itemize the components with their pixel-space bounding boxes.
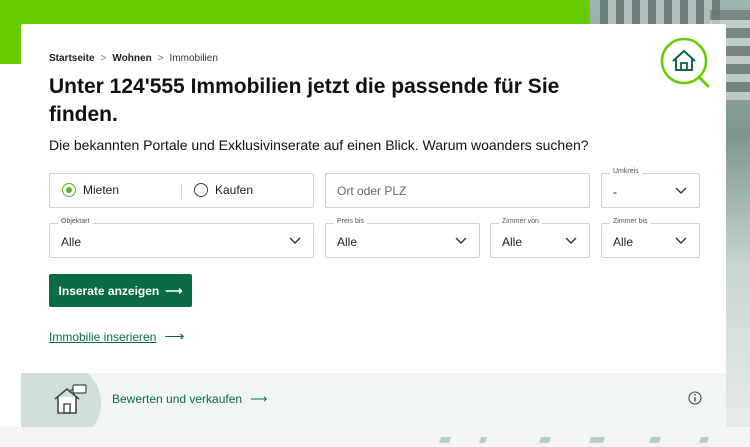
insert-property-label: Immobilie inserieren bbox=[49, 329, 157, 344]
page-title: Unter 124'555 Immobilien jetzt die passe… bbox=[49, 75, 560, 126]
background-decor bbox=[0, 427, 750, 447]
sell-banner: Bewerten und verkaufen ⟶ bbox=[21, 373, 726, 427]
zimmer-bis-label: Zimmer bis bbox=[610, 218, 651, 225]
arrow-right-icon: ⟶ bbox=[165, 283, 183, 298]
mode-toggle: Mieten Kaufen bbox=[49, 173, 314, 208]
umkreis-label: Umkreis bbox=[610, 168, 642, 175]
rate-and-sell-label: Bewerten und verkaufen bbox=[112, 392, 243, 406]
confetti-decor bbox=[438, 437, 452, 443]
breadcrumb-item-immobilien: Immobilien bbox=[169, 53, 218, 64]
location-input[interactable] bbox=[337, 181, 577, 201]
breadcrumb: Startseite > Wohnen > Immobilien bbox=[49, 53, 218, 64]
radio-mieten-label: Mieten bbox=[83, 183, 120, 197]
chevron-down-icon bbox=[455, 237, 467, 244]
preis-bis-select[interactable]: Preis bis Alle bbox=[325, 218, 480, 258]
breadcrumb-separator: > bbox=[157, 53, 164, 64]
chevron-down-icon bbox=[565, 237, 577, 244]
arrow-right-icon: ⟶ bbox=[164, 328, 185, 344]
confetti-decor bbox=[538, 437, 552, 443]
zimmer-bis-select[interactable]: Zimmer bis Alle bbox=[601, 218, 700, 258]
umkreis-value: - bbox=[613, 185, 617, 199]
confetti-decor bbox=[648, 437, 662, 443]
breadcrumb-item-wohnen[interactable]: Wohnen bbox=[112, 53, 151, 64]
objektart-value: Alle bbox=[61, 235, 82, 249]
zimmer-von-label: Zimmer von bbox=[499, 218, 542, 225]
breadcrumb-separator: > bbox=[100, 53, 107, 64]
rate-and-sell-link[interactable]: Bewerten und verkaufen ⟶ bbox=[112, 392, 267, 406]
confetti-decor bbox=[478, 437, 488, 443]
objektart-select[interactable]: Objektart Alle bbox=[49, 218, 314, 258]
search-card: Startseite > Wohnen > Immobilien Unter 1… bbox=[21, 24, 726, 427]
zimmer-von-select[interactable]: Zimmer von Alle bbox=[490, 218, 590, 258]
zimmer-bis-value: Alle bbox=[613, 235, 634, 249]
radio-selected-icon[interactable] bbox=[62, 183, 76, 197]
insert-property-link[interactable]: Immobilie inserieren ⟶ bbox=[49, 328, 184, 345]
info-icon[interactable] bbox=[688, 391, 702, 405]
zimmer-von-value: Alle bbox=[502, 235, 523, 249]
preis-bis-label: Preis bis bbox=[334, 218, 367, 225]
show-listings-button[interactable]: Inserate anzeigen ⟶ bbox=[49, 274, 192, 307]
radio-kaufen[interactable]: Kaufen bbox=[194, 183, 253, 197]
house-search-logo-icon bbox=[659, 37, 711, 89]
house-tag-icon bbox=[54, 384, 87, 414]
preis-bis-value: Alle bbox=[337, 235, 358, 249]
confetti-decor bbox=[698, 437, 710, 443]
toggle-divider bbox=[181, 184, 182, 199]
location-field bbox=[325, 173, 590, 208]
umkreis-select[interactable]: Umkreis - bbox=[601, 168, 700, 208]
objektart-label: Objektart bbox=[58, 218, 93, 225]
radio-kaufen-label: Kaufen bbox=[215, 183, 254, 197]
chevron-down-icon bbox=[675, 187, 687, 194]
page-subtitle: Die bekannten Portale und Exklusivinsera… bbox=[49, 137, 589, 153]
arrow-right-icon: ⟶ bbox=[250, 392, 268, 406]
radio-mieten[interactable]: Mieten bbox=[62, 183, 119, 197]
radio-unselected-icon[interactable] bbox=[194, 183, 208, 197]
chevron-down-icon bbox=[675, 237, 687, 244]
breadcrumb-item-startseite[interactable]: Startseite bbox=[49, 53, 95, 64]
confetti-decor bbox=[588, 437, 606, 443]
chevron-down-icon bbox=[289, 237, 301, 244]
show-listings-label: Inserate anzeigen bbox=[58, 283, 160, 298]
